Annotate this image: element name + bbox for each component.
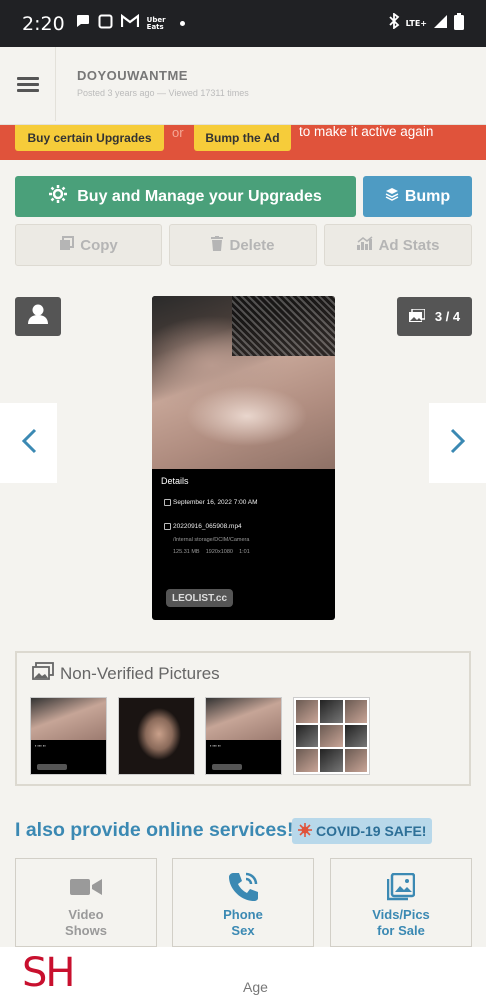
- details-duration: 1:01: [239, 549, 250, 555]
- service-video-shows[interactable]: Video Shows: [15, 858, 157, 947]
- bluetooth-icon: [388, 12, 400, 34]
- non-verified-pictures: Non-Verified Pictures ▪ ▪▪▪ ▪▪ ▪ ▪▪▪ ▪▪: [15, 651, 471, 786]
- details-specs: 125.31 MB 1920x1080 1:01: [173, 549, 250, 555]
- covid-safe-badge: COVID-19 SAFE!: [292, 818, 433, 844]
- photo-gallery-icon: [387, 871, 415, 903]
- page-header: DOYOUWANTME Posted 3 years ago — Viewed …: [0, 47, 486, 125]
- service-vids-line1: Vids/Pics: [372, 907, 430, 922]
- bump-ad-link[interactable]: Bump the Ad: [194, 125, 291, 151]
- status-right-group: LTE+: [388, 12, 464, 35]
- phone-ringing-icon: [227, 871, 259, 903]
- service-video-label: Video Shows: [65, 907, 107, 939]
- menu-button[interactable]: [0, 47, 56, 121]
- service-phone-line1: Phone: [223, 907, 263, 922]
- thumbnail-details: ▪ ▪▪▪ ▪▪: [210, 743, 221, 748]
- main-photo[interactable]: Details September 16, 2022 7:00 AM 20220…: [152, 296, 335, 620]
- thumbnail-2[interactable]: [118, 697, 195, 775]
- thumbnail-image: [31, 698, 106, 740]
- next-photo-button[interactable]: [429, 403, 486, 483]
- alert-or-text: or: [172, 125, 184, 140]
- video-camera-icon: [70, 871, 102, 903]
- age-label: Age: [243, 979, 268, 995]
- alert-tail-text: to make it active again: [299, 125, 434, 139]
- covid-safe-label: COVID-19 SAFE!: [316, 823, 427, 839]
- thumbnail-watermark: [37, 764, 67, 770]
- delete-label: Delete: [229, 236, 275, 254]
- site-logo[interactable]: SH: [0, 947, 107, 1000]
- copy-label: Copy: [80, 236, 118, 254]
- photo-counter-text: 3 / 4: [434, 309, 461, 324]
- thumbnail-3[interactable]: ▪ ▪▪▪ ▪▪: [205, 697, 282, 775]
- thumbnail-4[interactable]: [293, 697, 370, 775]
- battery-icon: [454, 12, 464, 35]
- copy-icon: [59, 235, 75, 255]
- thumbnail-watermark: [212, 764, 242, 770]
- ad-title: DOYOUWANTME: [77, 68, 188, 83]
- copy-button[interactable]: Copy: [15, 224, 162, 266]
- previous-photo-button[interactable]: [0, 403, 57, 483]
- user-icon: [27, 303, 49, 330]
- service-phone-label: Phone Sex: [223, 907, 263, 939]
- hamburger-icon: [16, 74, 39, 95]
- network-type: LTE+: [405, 19, 427, 28]
- details-size: 125.31 MB: [173, 549, 200, 555]
- service-video-line1: Video: [68, 907, 104, 922]
- details-filename: 20220916_065908.mp4: [173, 523, 242, 530]
- ad-meta: Posted 3 years ago — Viewed 17311 times: [77, 88, 249, 98]
- thumbnail-details: ▪ ▪▪▪ ▪▪: [35, 743, 46, 748]
- image-file-icon: [164, 523, 171, 530]
- uber-eats-line2: Eats: [146, 22, 164, 31]
- chevron-right-icon: [450, 428, 466, 459]
- gear-bolt-icon: [49, 185, 68, 208]
- user-avatar[interactable]: [15, 297, 61, 336]
- uber-eats-icon: Uber Eats: [146, 16, 166, 31]
- manage-upgrades-label: Buy and Manage your Upgrades: [77, 187, 322, 205]
- manage-upgrades-button[interactable]: Buy and Manage your Upgrades: [15, 176, 356, 217]
- gmail-icon: [120, 13, 139, 33]
- status-bar: 2:20 Uber Eats LTE+: [0, 0, 486, 47]
- ad-stats-label: Ad Stats: [378, 236, 440, 254]
- details-resolution: 1920x1080: [205, 549, 233, 555]
- bump-label: Bump: [404, 187, 451, 205]
- images-icon: [408, 307, 426, 325]
- ad-stats-button[interactable]: Ad Stats: [324, 224, 472, 266]
- service-vids-label: Vids/Pics for Sale: [372, 907, 430, 939]
- details-title: Details: [161, 476, 189, 486]
- virus-icon: [298, 822, 312, 840]
- non-verified-label: Non-Verified Pictures: [60, 663, 220, 683]
- layers-icon: [385, 187, 399, 206]
- signal-icon: [433, 14, 448, 34]
- more-notifications-dot: [179, 21, 185, 26]
- bump-button[interactable]: Bump: [363, 176, 472, 217]
- thumbnail-1[interactable]: ▪ ▪▪▪ ▪▪: [30, 697, 107, 775]
- details-date: September 16, 2022 7:00 AM: [173, 499, 258, 506]
- services-heading: I also provide online services!: [15, 819, 294, 841]
- buy-upgrades-link[interactable]: Buy certain Upgrades: [15, 125, 164, 151]
- photo-mesh-pattern: [232, 296, 335, 356]
- delete-button[interactable]: Delete: [169, 224, 317, 266]
- service-vids-pics[interactable]: Vids/Pics for Sale: [330, 858, 472, 947]
- square-notification-icon: [98, 14, 113, 34]
- chevron-left-icon: [21, 428, 37, 459]
- image-stack-icon: [32, 662, 54, 685]
- service-phone-sex[interactable]: Phone Sex: [172, 858, 314, 947]
- non-verified-title: Non-Verified Pictures: [32, 662, 220, 685]
- thumbnail-image: [206, 698, 281, 740]
- service-phone-line2: Sex: [231, 923, 255, 938]
- leolist-watermark: LEOLIST.cc: [166, 589, 233, 607]
- service-vids-line2: for Sale: [377, 923, 425, 938]
- calendar-icon: [164, 499, 171, 506]
- details-path: /Internal storage/DCIM/Camera: [173, 537, 250, 543]
- bar-chart-icon: [356, 236, 373, 254]
- inactive-ad-alert: Buy certain Upgrades or Bump the Ad to m…: [0, 125, 486, 160]
- site-logo-text: SH: [22, 950, 75, 996]
- trash-icon: [211, 235, 224, 255]
- photo-counter: 3 / 4: [397, 297, 472, 336]
- status-time: 2:20: [22, 12, 65, 35]
- service-video-line2: Shows: [65, 923, 107, 938]
- chat-bubble-icon: [75, 14, 90, 33]
